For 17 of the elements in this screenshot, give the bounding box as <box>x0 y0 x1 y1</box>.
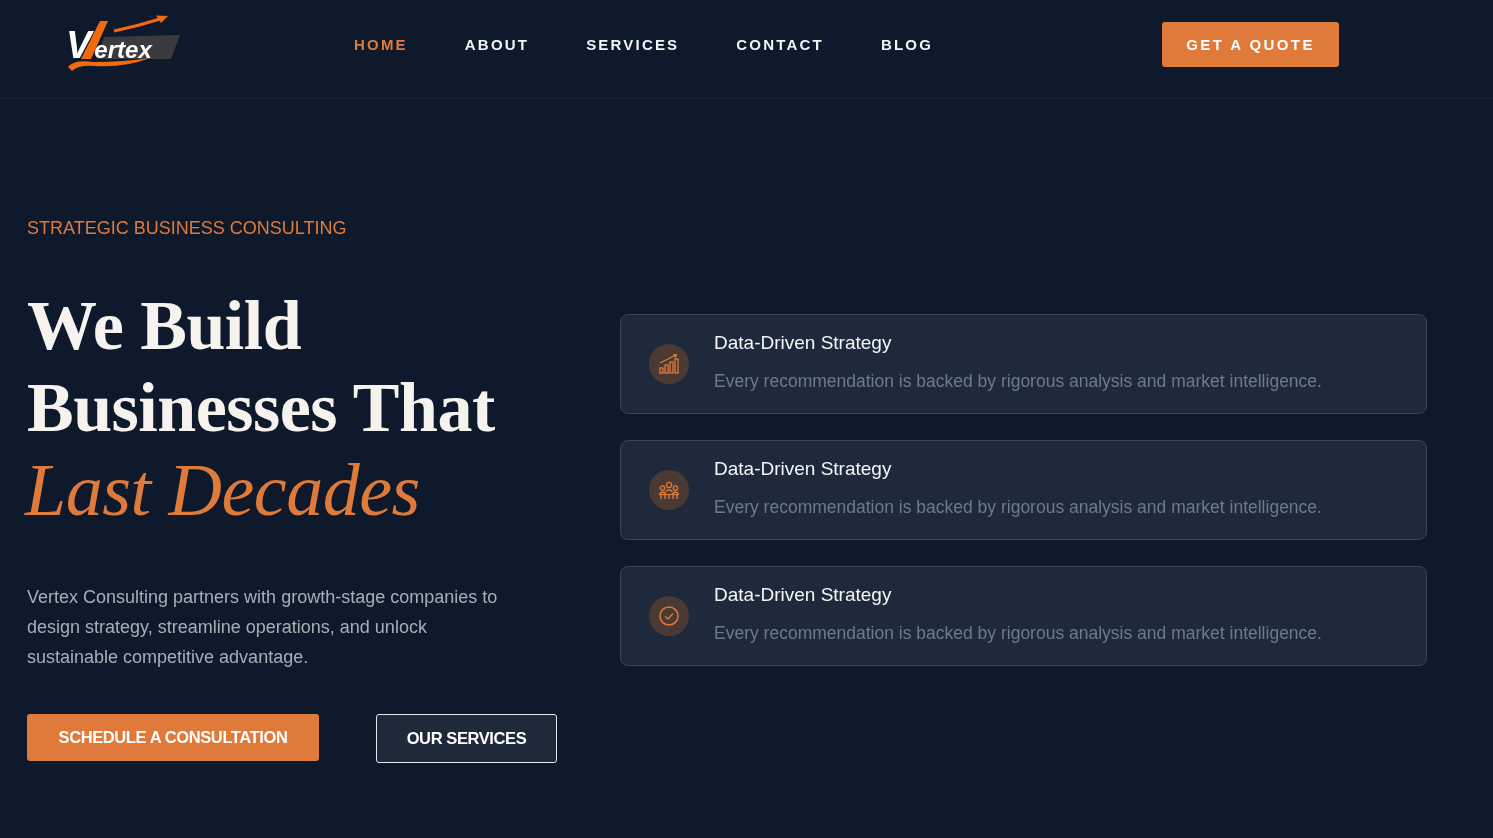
hero-description: Vertex Consulting partners with growth-stage companies to design strategy, streamline operations, and unlock sustainable competitive advantage. <box>27 586 499 669</box>
people-icon <box>649 469 689 510</box>
bar-chart-icon <box>649 343 689 384</box>
services-button[interactable]: OUR SERVICES <box>376 714 557 763</box>
feature-description: Every recommendation is backed by rigorous analysis and market intelligence. <box>714 495 1322 519</box>
nav-link[interactable]: HOME <box>354 36 408 53</box>
feature-title: Data-Driven Strategy <box>714 582 893 607</box>
nav-link[interactable]: BLOG <box>880 36 934 53</box>
eyebrow-text: STRATEGIC BUSINESS CONSULTING <box>27 217 348 240</box>
nav-link[interactable]: CONTACT <box>736 36 824 53</box>
check-circle-icon <box>649 595 689 636</box>
feature-description: Every recommendation is backed by rigorous analysis and market intelligence. <box>714 621 1322 645</box>
nav-link[interactable]: ABOUT <box>464 36 530 53</box>
feature-description: Every recommendation is backed by rigorous analysis and market intelligence. <box>714 369 1322 393</box>
feature-title: Data-Driven Strategy <box>714 330 893 355</box>
nav-link[interactable]: SERVICES <box>586 36 680 53</box>
feature-title: Data-Driven Strategy <box>714 456 893 481</box>
